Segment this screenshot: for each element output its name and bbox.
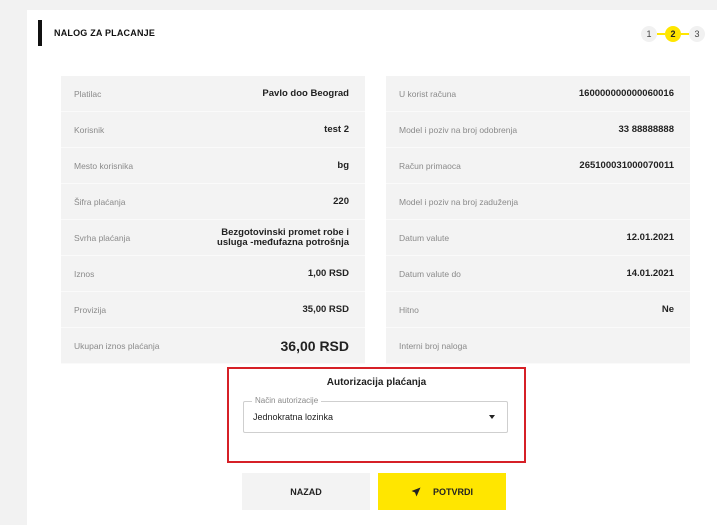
header-accent-bar — [38, 20, 42, 46]
detail-row-platilac: Platilac Pavlo doo Beograd — [61, 76, 365, 112]
detail-row-mesto: Mesto korisnika bg — [61, 148, 365, 184]
detail-label: Račun primaoca — [399, 160, 461, 171]
detail-label: Svrha plaćanja — [74, 232, 131, 243]
page-title: NALOG ZA PLACANJE — [54, 28, 156, 38]
authorization-section: Autorizacija plaćanja Način autorizacije… — [227, 367, 526, 463]
recipient-details-panel: U korist računa 160000000000060016 Model… — [386, 76, 690, 364]
detail-row-datum-valute-do: Datum valute do 14.01.2021 — [386, 256, 690, 292]
detail-value: 35,00 RSD — [302, 303, 349, 315]
detail-label: Datum valute do — [399, 268, 461, 279]
detail-row-model-odobrenja: Model i poziv na broj odobrenja 33 88888… — [386, 112, 690, 148]
detail-label: Model i poziv na broj zaduženja — [399, 196, 519, 207]
detail-row-racun-primaoca: Račun primaoca 265100031000070011 — [386, 148, 690, 184]
authorization-title: Autorizacija plaćanja — [326, 377, 427, 388]
detail-value: 265100031000070011 — [579, 159, 674, 171]
detail-row-hitno: Hitno Ne — [386, 292, 690, 328]
detail-value: Bezgotovinski promet robe i usluga -među… — [217, 227, 349, 248]
detail-label: U korist računa — [399, 88, 457, 99]
detail-row-svrha: Svrha plaćanja Bezgotovinski promet robe… — [61, 220, 365, 256]
detail-value: 33 88888888 — [618, 123, 674, 135]
detail-label: Iznos — [74, 268, 95, 279]
detail-value: Ne — [661, 303, 674, 315]
detail-row-interni-broj: Interni broj naloga — [386, 328, 690, 364]
detail-value: 14.01.2021 — [626, 267, 674, 279]
detail-row-korisnik: Korisnik test 2 — [61, 112, 365, 148]
detail-label: Model i poziv na broj odobrenja — [399, 124, 518, 135]
total-amount: 36,00 RSD — [280, 337, 349, 354]
detail-row-u-korist: U korist računa 160000000000060016 — [386, 76, 690, 112]
detail-value-line: usluga -međufazna potrošnja — [217, 236, 349, 248]
step-1: 1 — [641, 26, 657, 42]
step-2-active: 2 — [665, 26, 681, 42]
detail-label: Ukupan iznos plaćanja — [74, 340, 160, 351]
detail-row-sifra: Šifra plaćanja 220 — [61, 184, 365, 220]
confirm-button[interactable]: POTVRDI — [378, 473, 506, 510]
detail-label: Interni broj naloga — [399, 340, 468, 351]
detail-row-provizija: Provizija 35,00 RSD — [61, 292, 365, 328]
authorization-method-value: Jednokratna lozinka — [253, 412, 334, 422]
confirm-button-label: POTVRDI — [432, 486, 473, 497]
detail-value: 160000000000060016 — [578, 87, 674, 99]
detail-row-ukupno: Ukupan iznos plaćanja 36,00 RSD — [61, 328, 365, 364]
detail-row-datum-valute: Datum valute 12.01.2021 — [386, 220, 690, 256]
detail-row-model-zaduzenja: Model i poziv na broj zaduženja — [386, 184, 690, 220]
detail-label: Mesto korisnika — [74, 160, 134, 171]
back-button[interactable]: NAZAD — [242, 473, 370, 510]
detail-value: Pavlo doo Beograd — [262, 87, 349, 99]
detail-label: Datum valute — [399, 232, 450, 243]
step-connector — [657, 33, 665, 35]
step-3: 3 — [689, 26, 705, 42]
detail-row-iznos: Iznos 1,00 RSD — [61, 256, 365, 292]
step-indicator: 1 2 3 — [641, 25, 705, 43]
detail-value: bg — [337, 159, 349, 171]
step-connector — [681, 33, 689, 35]
send-icon — [411, 487, 421, 496]
detail-label: Platilac — [74, 88, 102, 99]
detail-label: Šifra plaćanja — [74, 196, 126, 207]
detail-value: 220 — [333, 195, 349, 207]
payer-details-panel: Platilac Pavlo doo Beograd Korisnik test… — [61, 76, 365, 364]
detail-value: test 2 — [324, 123, 349, 135]
detail-value: 12.01.2021 — [626, 231, 674, 243]
chevron-down-icon — [489, 415, 495, 419]
authorization-method-label: Način autorizacije — [252, 396, 322, 405]
detail-value: 1,00 RSD — [307, 267, 349, 279]
back-button-label: NAZAD — [290, 486, 322, 497]
detail-label: Provizija — [74, 304, 107, 315]
detail-label: Korisnik — [74, 124, 105, 135]
detail-label: Hitno — [399, 304, 419, 315]
authorization-method-select[interactable]: Način autorizacije Jednokratna lozinka — [243, 396, 508, 433]
